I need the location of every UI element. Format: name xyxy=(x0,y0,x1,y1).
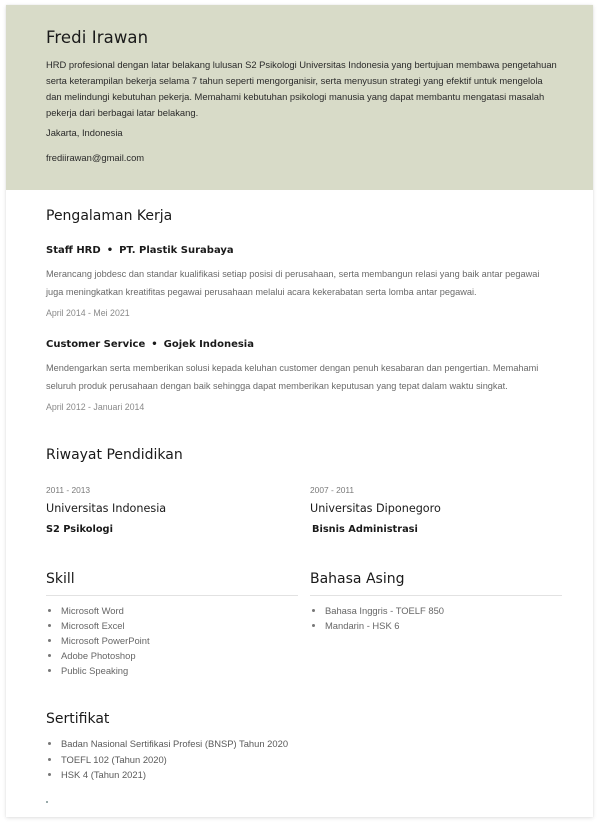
separator-dot: • xyxy=(151,339,158,350)
education-major: S2 Psikologi xyxy=(46,524,113,535)
profile-name: Fredi Irawan xyxy=(46,28,149,47)
experience-title: Pengalaman Kerja xyxy=(46,208,173,224)
certificates-title: Sertifikat xyxy=(46,711,110,727)
job-company: Gojek Indonesia xyxy=(163,339,254,350)
job-title: Staff HRD • PT. Plastik Surabaya xyxy=(46,245,234,256)
job-company: PT. Plastik Surabaya xyxy=(119,245,234,256)
education-years: 2007 - 2011 xyxy=(310,485,355,495)
languages-list: Bahasa Inggris - TOELF 850 Mandarin - HS… xyxy=(310,603,444,633)
job-period: April 2014 - Mei 2021 xyxy=(46,308,130,318)
profile-location: Jakarta, Indonesia xyxy=(46,127,123,138)
profile-summary: HRD profesional dengan latar belakang lu… xyxy=(46,59,557,118)
skill-item: Public Speaking xyxy=(46,663,150,678)
languages-divider xyxy=(310,595,562,596)
education-school: Universitas Indonesia xyxy=(46,502,167,515)
languages-title: Bahasa Asing xyxy=(310,571,405,587)
profile-email[interactable]: frediirawan@gmail.com xyxy=(46,152,144,163)
job-description: Merancang jobdesc dan standar kualifikas… xyxy=(46,269,540,297)
job-position: Staff HRD xyxy=(46,245,101,256)
skills-title: Skill xyxy=(46,571,75,587)
education-years: 2011 - 2013 xyxy=(46,485,91,495)
certificate-item: Badan Nasional Sertifikasi Profesi (BNSP… xyxy=(46,736,288,752)
skill-item: Adobe Photoshop xyxy=(46,648,150,663)
trailing-dot xyxy=(46,801,48,803)
job-title: Customer Service • Gojek Indonesia xyxy=(46,339,254,350)
job-period: April 2012 - Januari 2014 xyxy=(46,402,145,412)
skill-item: Microsoft Word xyxy=(46,603,150,618)
job-description: Mendengarkan serta memberikan solusi kep… xyxy=(46,363,539,391)
skill-item: Microsoft Excel xyxy=(46,618,150,633)
skill-item: Microsoft PowerPoint xyxy=(46,633,150,648)
skills-divider xyxy=(46,595,298,596)
education-major: Bisnis Administrasi xyxy=(312,524,418,535)
certificate-item: HSK 4 (Tahun 2021) xyxy=(46,767,288,783)
profile-header: Fredi Irawan HRD profesional dengan lata… xyxy=(6,5,593,190)
certificate-item: TOEFL 102 (Tahun 2020) xyxy=(46,752,288,768)
separator-dot: • xyxy=(106,245,114,256)
language-item: Bahasa Inggris - TOELF 850 xyxy=(310,603,444,618)
resume-card: Fredi Irawan HRD profesional dengan lata… xyxy=(6,5,593,817)
skills-list: Microsoft Word Microsoft Excel Microsoft… xyxy=(46,603,150,678)
education-school: Universitas Diponegoro xyxy=(310,502,441,515)
language-item: Mandarin - HSK 6 xyxy=(310,618,444,633)
job-position: Customer Service xyxy=(46,339,146,350)
education-title: Riwayat Pendidikan xyxy=(46,447,183,463)
certificates-list: Badan Nasional Sertifikasi Profesi (BNSP… xyxy=(46,736,288,783)
